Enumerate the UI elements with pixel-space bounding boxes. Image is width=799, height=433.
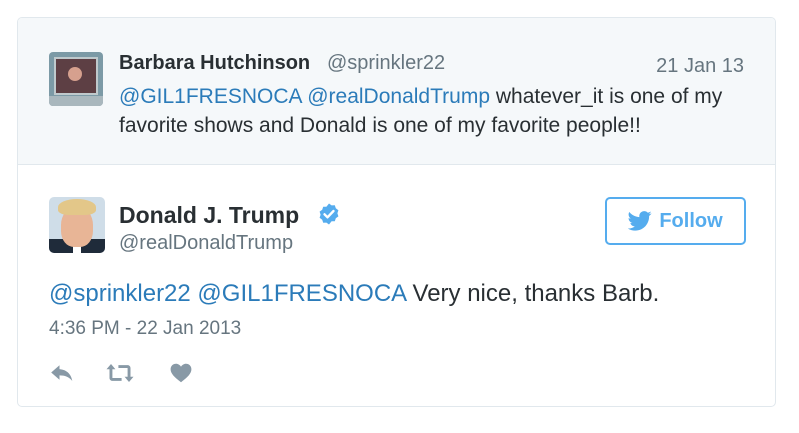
parent-tweet-text: @GIL1FRESNOCA @realDonaldTrump whatever_… [119, 82, 759, 140]
author-handle[interactable]: @realDonaldTrump [119, 232, 293, 255]
author-name[interactable]: Donald J. Trump [119, 202, 299, 229]
reply-button[interactable] [49, 361, 75, 385]
retweet-icon [106, 364, 134, 382]
mention-link[interactable]: @GIL1FRESNOCA [119, 85, 301, 108]
embedded-tweet-card: Barbara Hutchinson @sprinkler22 21 Jan 1… [17, 17, 776, 407]
framed-photo-icon [54, 57, 98, 95]
mention-link[interactable]: @sprinkler22 [49, 280, 191, 307]
mention-link[interactable]: @realDonaldTrump [307, 85, 490, 108]
in-reply-to-tweet[interactable]: Barbara Hutchinson @sprinkler22 21 Jan 1… [18, 18, 775, 165]
reply-icon [51, 365, 73, 381]
tweet-body: Very nice, thanks Barb. [412, 280, 660, 307]
tweet-timestamp[interactable]: 4:36 PM - 22 Jan 2013 [49, 318, 241, 340]
like-button[interactable] [169, 361, 193, 385]
parent-avatar[interactable] [49, 52, 103, 106]
parent-author-name[interactable]: Barbara Hutchinson [119, 52, 310, 75]
parent-date[interactable]: 21 Jan 13 [656, 55, 744, 78]
retweet-button[interactable] [105, 361, 135, 385]
follow-button[interactable]: Follow [605, 197, 746, 245]
mention-link[interactable]: @GIL1FRESNOCA [197, 280, 405, 307]
verified-badge-icon [319, 203, 339, 225]
tweet-text: @sprinkler22 @GIL1FRESNOCA Very nice, th… [49, 280, 659, 308]
author-avatar[interactable] [49, 197, 105, 253]
follow-label: Follow [659, 209, 723, 232]
parent-author-handle[interactable]: @sprinkler22 [327, 52, 445, 75]
like-heart-icon [170, 363, 192, 383]
twitter-bird-icon [628, 211, 652, 231]
